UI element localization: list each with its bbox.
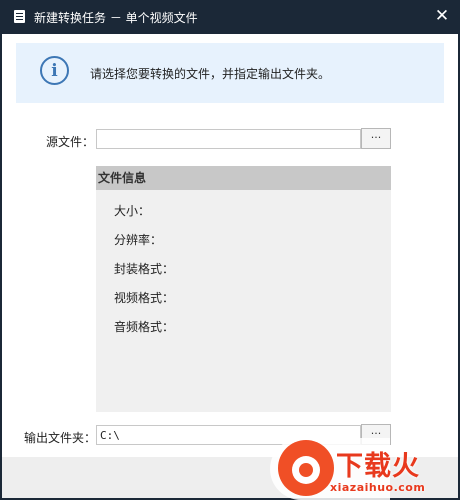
file-info-panel: 文件信息 大小： 分辨率： 封装格式： 视频格式： 音频格式： — [96, 166, 391, 412]
dialog-body: i 请选择您要转换的文件，并指定输出文件夹。 源文件： ··· 文件信息 大小：… — [2, 34, 458, 457]
logo-center — [299, 463, 313, 477]
info-banner: i 请选择您要转换的文件，并指定输出文件夹。 — [16, 43, 444, 103]
video-format-label: 视频格式： — [114, 291, 175, 305]
watermark-url: xiazaihuo.com — [330, 481, 426, 494]
resolution-label: 分辨率： — [114, 233, 163, 247]
file-size-label: 大小： — [114, 204, 151, 218]
container-format-label: 封装格式： — [114, 262, 175, 276]
info-message: 请选择您要转换的文件，并指定输出文件夹。 — [90, 67, 331, 81]
watermark: 下载火 xiazaihuo.com — [270, 438, 460, 500]
info-icon: i — [40, 56, 69, 85]
source-file-input[interactable] — [96, 129, 361, 149]
output-folder-label: 输出文件夹： — [24, 431, 97, 445]
title-bar: 新建转换任务 － 单个视频文件 ✕ — [0, 0, 460, 34]
document-icon — [14, 10, 25, 23]
window-title: 新建转换任务 － 单个视频文件 — [34, 11, 198, 25]
source-file-label: 源文件： — [46, 135, 95, 149]
close-icon[interactable]: ✕ — [432, 6, 452, 26]
audio-format-label: 音频格式： — [114, 320, 175, 334]
watermark-brand: 下载火 — [336, 451, 420, 482]
file-info-header: 文件信息 — [96, 166, 391, 190]
source-browse-button[interactable]: ··· — [361, 128, 391, 149]
fire-logo-icon — [278, 440, 334, 496]
